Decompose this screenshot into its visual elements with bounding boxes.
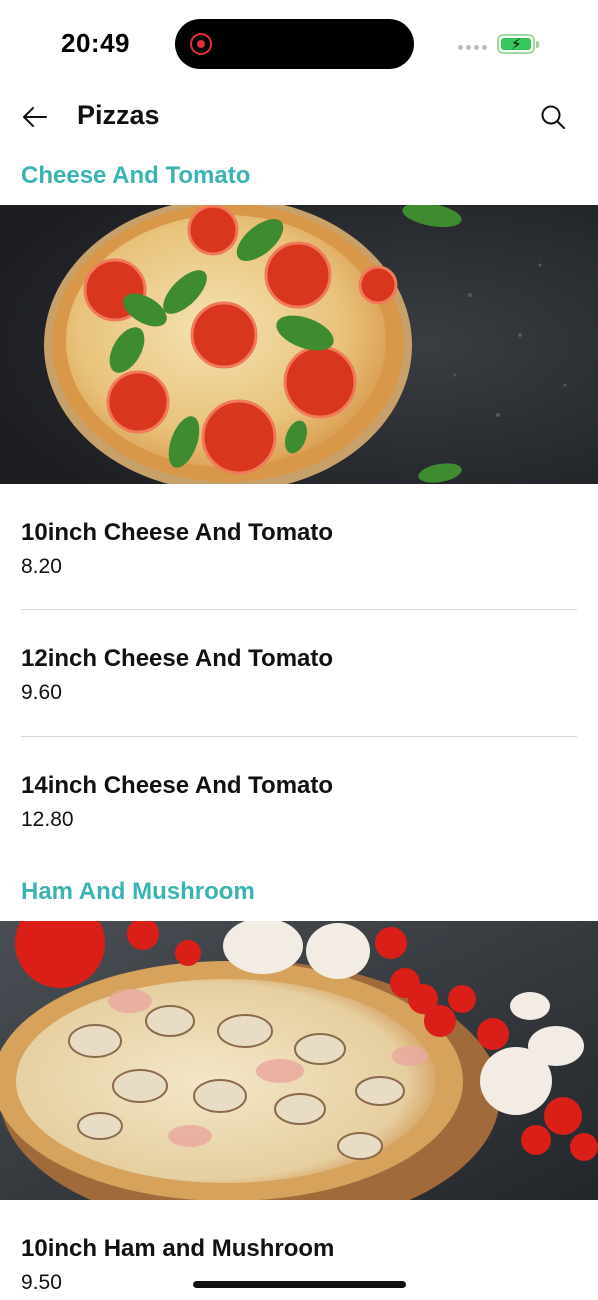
item-name: 10inch Cheese And Tomato — [21, 519, 334, 546]
item-price: 9.60 — [21, 681, 62, 704]
status-time: 20:49 — [61, 28, 130, 58]
battery-charging-icon: ⚡ — [497, 34, 539, 54]
dynamic-island — [175, 19, 414, 69]
menu-item[interactable]: 12inch Cheese And Tomato 9.60 — [21, 645, 577, 705]
record-icon — [190, 33, 212, 55]
home-indicator[interactable] — [193, 1281, 406, 1288]
section-title-cheese-and-tomato: Cheese And Tomato — [21, 162, 251, 189]
search-button[interactable] — [538, 102, 568, 132]
item-price: 12.80 — [21, 808, 74, 831]
cheese-and-tomato-pizza-photo — [0, 205, 598, 484]
section-title-ham-and-mushroom: Ham And Mushroom — [21, 878, 255, 905]
arrow-left-icon — [23, 107, 47, 127]
app-bar: Pizzas — [0, 88, 598, 148]
menu-item[interactable]: 14inch Cheese And Tomato 12.80 — [21, 772, 577, 832]
status-bar: 20:49 ⚡ — [0, 0, 598, 88]
item-price: 8.20 — [21, 555, 62, 578]
cellular-signal-icon — [458, 45, 487, 50]
ham-and-mushroom-pizza-photo — [0, 921, 598, 1200]
item-name: 12inch Cheese And Tomato — [21, 645, 334, 672]
page-title: Pizzas — [77, 100, 160, 130]
menu-item[interactable]: 10inch Cheese And Tomato 8.20 — [21, 519, 577, 579]
back-button[interactable] — [20, 102, 50, 132]
divider — [21, 736, 577, 737]
divider — [21, 609, 577, 610]
search-icon — [541, 105, 565, 129]
item-name: 14inch Cheese And Tomato — [21, 772, 334, 799]
item-name: 10inch Ham and Mushroom — [21, 1235, 335, 1262]
item-price: 9.50 — [21, 1271, 62, 1294]
